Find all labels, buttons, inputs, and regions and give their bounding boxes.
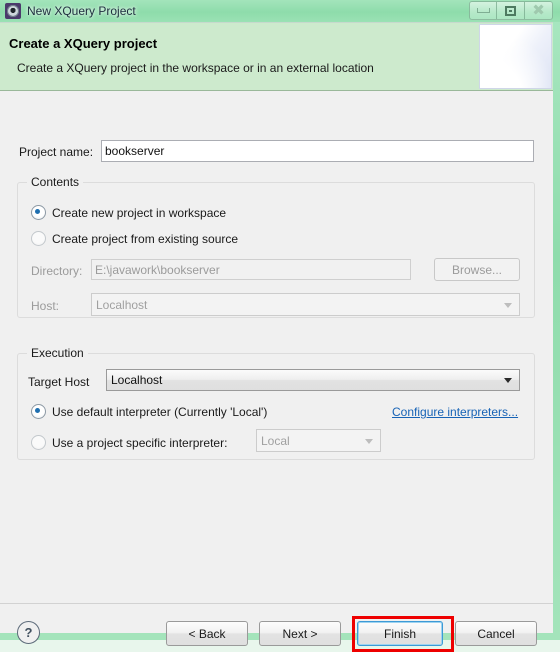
radio-label: Use default interpreter (Currently 'Loca… [52,404,268,419]
button-bar-separator [0,603,553,604]
maximize-button[interactable] [497,1,525,20]
configure-interpreters-link[interactable]: Configure interpreters... [392,405,518,419]
radio-create-new-project-in-workspace[interactable]: Create new project in workspace [31,205,226,220]
next-button[interactable]: Next > [259,621,341,646]
minimize-button[interactable] [469,1,497,20]
gear-icon [5,3,21,19]
project-name-label: Project name: [19,145,94,159]
execution-group-title: Execution [27,346,88,360]
chevron-down-icon [504,302,512,308]
radio-indicator [31,435,46,450]
radio-indicator [31,231,46,246]
directory-value: E:\javawork\bookserver [95,262,220,277]
wizard-banner-image [479,24,552,89]
help-icon[interactable]: ? [17,621,40,644]
finish-button[interactable]: Finish [357,621,443,646]
radio-use-project-specific-interpreter[interactable]: Use a project specific interpreter: [31,435,227,450]
target-host-combobox[interactable]: Localhost [106,369,520,391]
project-interpreter-combobox[interactable]: Local [256,429,381,452]
minimize-icon [476,8,490,13]
radio-label: Create new project in workspace [52,205,227,220]
wizard-form: Project name: bookserver Contents Create… [0,92,553,592]
cancel-button[interactable]: Cancel [455,621,537,646]
dialog-window: New XQuery Project ✖ Create a XQuery pro… [0,0,560,652]
close-icon: ✖ [532,1,545,19]
project-interpreter-value: Local [261,433,290,448]
radio-label: Create project from existing source [52,231,239,246]
directory-label: Directory: [31,264,83,278]
close-button[interactable]: ✖ [525,1,553,20]
target-host-label: Target Host [28,375,90,389]
radio-indicator [31,205,46,220]
window-controls: ✖ [469,1,553,20]
radio-use-default-interpreter[interactable]: Use default interpreter (Currently 'Loca… [31,404,267,419]
target-host-value: Localhost [111,373,163,387]
page-subtitle: Create a XQuery project in the workspace… [17,61,374,75]
wizard-banner: Create a XQuery project Create a XQuery … [0,23,553,91]
directory-input[interactable]: E:\javawork\bookserver [91,259,411,280]
maximize-icon [505,5,516,16]
host-label: Host: [31,299,60,313]
chevron-down-icon [504,378,512,383]
host-value: Localhost [96,297,148,312]
chevron-down-icon [365,438,373,444]
title-bar: New XQuery Project ✖ [0,0,560,22]
radio-create-project-from-existing-source[interactable]: Create project from existing source [31,231,238,246]
page-title: Create a XQuery project [9,36,158,51]
radio-indicator [31,404,46,419]
window-title: New XQuery Project [27,4,136,18]
browse-button[interactable]: Browse... [434,258,520,281]
contents-group-title: Contents [27,175,84,189]
project-name-value: bookserver [105,144,165,158]
radio-label: Use a project specific interpreter: [52,435,228,450]
project-name-input[interactable]: bookserver [101,140,534,162]
dialog-client-area: Create a XQuery project Create a XQuery … [0,22,553,652]
host-combobox[interactable]: Localhost [91,293,520,316]
back-button[interactable]: < Back [166,621,248,646]
